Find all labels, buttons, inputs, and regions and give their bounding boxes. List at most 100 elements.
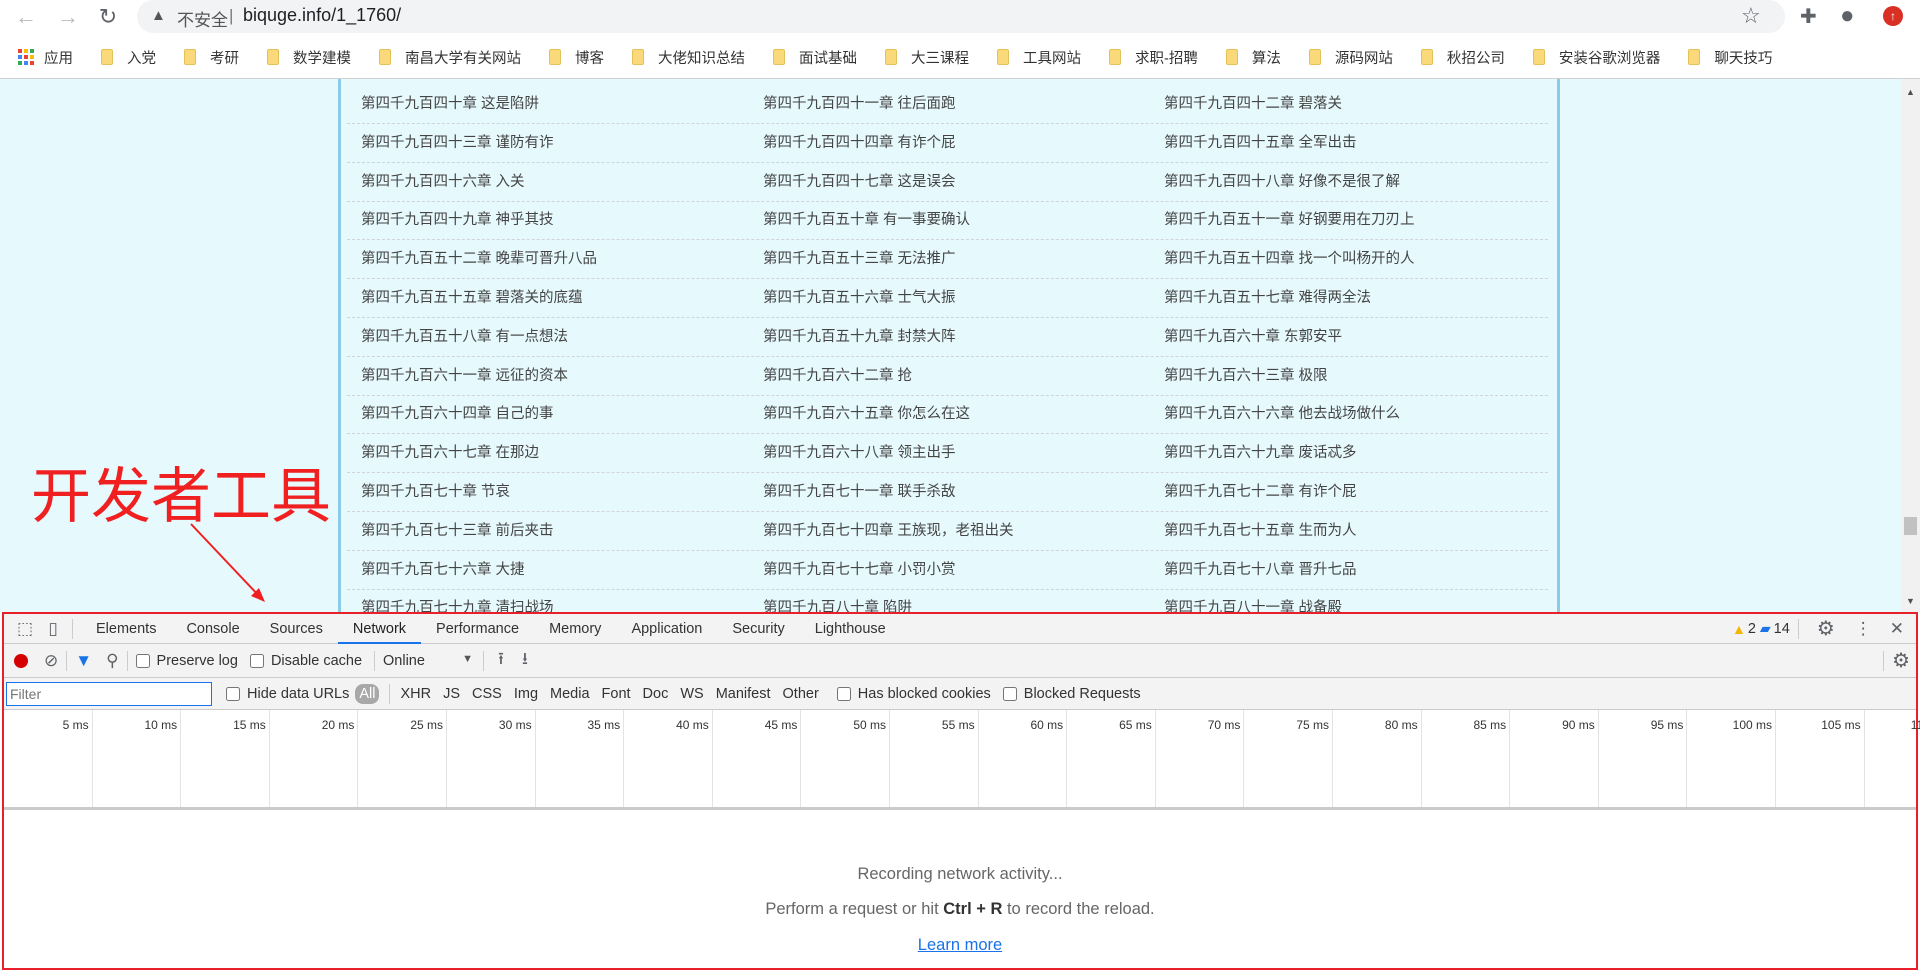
- tab-security[interactable]: Security: [717, 614, 799, 644]
- record-icon[interactable]: [14, 653, 28, 668]
- chapter-link[interactable]: 第四千九百六十七章 在那边: [361, 434, 539, 473]
- tab-memory[interactable]: Memory: [534, 614, 616, 644]
- chapter-link[interactable]: 第四千九百七十六章 大捷: [361, 551, 525, 590]
- filter-all-button[interactable]: All: [355, 683, 380, 704]
- filter-type-font[interactable]: Font: [602, 686, 631, 702]
- preserve-log-checkbox[interactable]: Preserve log: [135, 653, 238, 669]
- warnings-count[interactable]: 2: [1748, 621, 1756, 637]
- bookmark-item[interactable]: 秋招公司: [1415, 47, 1505, 68]
- bookmark-item[interactable]: 大三课程: [879, 47, 969, 68]
- filter-type-media[interactable]: Media: [550, 686, 590, 702]
- chapter-link[interactable]: 第四千九百五十四章 找一个叫杨开的人: [1164, 240, 1415, 279]
- bookmark-item[interactable]: 应用: [18, 47, 73, 68]
- chapter-link[interactable]: 第四千九百七十二章 有诈个屁: [1164, 473, 1357, 512]
- bookmark-item[interactable]: 算法: [1220, 47, 1281, 68]
- extensions-icon[interactable]: ✚: [1800, 4, 1817, 29]
- chapter-link[interactable]: 第四千九百四十三章 谨防有诈: [361, 124, 554, 163]
- chapter-link[interactable]: 第四千九百六十一章 远征的资本: [361, 357, 568, 396]
- blocked-requests-checkbox[interactable]: Blocked Requests: [1002, 686, 1141, 702]
- security-label[interactable]: 不安全: [177, 6, 228, 31]
- chapter-link[interactable]: 第四千九百六十章 东郭安平: [1164, 318, 1342, 357]
- chapter-link[interactable]: 第四千九百五十九章 封禁大阵: [763, 318, 956, 357]
- chapter-link[interactable]: 第四千九百六十四章 自己的事: [361, 395, 554, 434]
- filter-type-css[interactable]: CSS: [472, 686, 502, 702]
- clear-icon[interactable]: ⊘: [44, 651, 58, 671]
- checkbox[interactable]: [135, 653, 150, 668]
- filter-type-doc[interactable]: Doc: [643, 686, 669, 702]
- chapter-link[interactable]: 第四千九百四十九章 神乎其技: [361, 201, 554, 240]
- disable-cache-checkbox[interactable]: Disable cache: [249, 653, 362, 669]
- warning-icon[interactable]: ▲: [1732, 621, 1746, 637]
- filter-type-manifest[interactable]: Manifest: [716, 686, 771, 702]
- chapter-link[interactable]: 第四千九百四十章 这是陷阱: [361, 85, 539, 124]
- back-icon[interactable]: ←: [12, 4, 40, 30]
- chapter-link[interactable]: 第四千九百五十三章 无法推广: [763, 240, 956, 279]
- profile-icon[interactable]: ●: [1840, 2, 1855, 30]
- gear-icon[interactable]: ⚙: [1817, 616, 1835, 641]
- chapter-link[interactable]: 第四千九百七十四章 王族现，老祖出关: [763, 512, 1014, 551]
- bookmark-item[interactable]: 数学建模: [261, 47, 351, 68]
- url-text[interactable]: biquge.info/1_1760/: [243, 5, 401, 26]
- chapter-link[interactable]: 第四千九百五十五章 碧落关的底蕴: [361, 279, 583, 318]
- more-options-icon[interactable]: ⋮: [1855, 619, 1872, 639]
- chapter-link[interactable]: 第四千九百四十六章 入关: [361, 163, 525, 202]
- import-har-icon[interactable]: ⭱: [498, 646, 504, 675]
- star-icon[interactable]: ☆: [1741, 3, 1761, 29]
- close-icon[interactable]: ✕: [1890, 619, 1904, 639]
- chapter-link[interactable]: 第四千九百四十八章 好像不是很了解: [1164, 163, 1400, 202]
- chapter-link[interactable]: 第四千九百七十章 节哀: [361, 473, 510, 512]
- inspect-element-icon[interactable]: ⬚: [14, 619, 36, 639]
- device-toolbar-icon[interactable]: ▯: [42, 619, 64, 639]
- message-icon[interactable]: ▰: [1760, 620, 1771, 637]
- messages-count[interactable]: 14: [1774, 621, 1790, 637]
- bookmark-item[interactable]: 考研: [178, 47, 239, 68]
- learn-more-link[interactable]: Learn more: [918, 936, 1002, 954]
- chapter-link[interactable]: 第四千九百五十七章 难得两全法: [1164, 279, 1371, 318]
- export-har-icon[interactable]: ⭳: [522, 646, 528, 675]
- chapter-link[interactable]: 第四千九百四十四章 有诈个屁: [763, 124, 956, 163]
- filter-type-js[interactable]: JS: [443, 686, 460, 702]
- tab-network[interactable]: Network: [337, 614, 422, 644]
- scroll-up-icon[interactable]: ▲: [1906, 87, 1915, 97]
- filter-type-xhr[interactable]: XHR: [400, 686, 431, 702]
- bookmark-item[interactable]: 南昌大学有关网站: [373, 47, 521, 68]
- chapter-link[interactable]: 第四千九百七十八章 晋升七品: [1164, 551, 1357, 590]
- chapter-link[interactable]: 第四千九百七十五章 生而为人: [1164, 512, 1357, 551]
- chapter-link[interactable]: 第四千九百七十七章 小罚小赏: [763, 551, 956, 590]
- bookmark-item[interactable]: 聊天技巧: [1682, 47, 1772, 68]
- bookmark-item[interactable]: 面试基础: [767, 47, 857, 68]
- checkbox[interactable]: [226, 686, 240, 701]
- chapter-link[interactable]: 第四千九百六十八章 领主出手: [763, 434, 956, 473]
- chapter-link[interactable]: 第四千九百五十八章 有一点想法: [361, 318, 568, 357]
- tab-console[interactable]: Console: [171, 614, 254, 644]
- reload-icon[interactable]: ↻: [94, 4, 122, 30]
- bookmark-item[interactable]: 入党: [95, 47, 156, 68]
- scroll-down-icon[interactable]: ▼: [1906, 596, 1915, 606]
- chapter-link[interactable]: 第四千九百四十一章 往后面跑: [763, 85, 956, 124]
- bookmark-item[interactable]: 博客: [543, 47, 604, 68]
- chapter-link[interactable]: 第四千九百六十九章 废话忒多: [1164, 434, 1357, 473]
- page-scrollbar[interactable]: ▲ ▼: [1901, 79, 1920, 612]
- chapter-link[interactable]: 第四千九百七十一章 联手杀敌: [763, 473, 956, 512]
- search-icon[interactable]: ⚲: [106, 651, 118, 671]
- chapter-link[interactable]: 第四千九百七十九章 清扫战场: [361, 589, 554, 612]
- chapter-link[interactable]: 第四千九百五十六章 士气大振: [763, 279, 956, 318]
- checkbox[interactable]: [249, 653, 264, 668]
- filter-type-img[interactable]: Img: [514, 686, 538, 702]
- warning-icon[interactable]: ▲: [151, 7, 166, 24]
- bookmark-item[interactable]: 源码网站: [1303, 47, 1393, 68]
- filter-type-ws[interactable]: WS: [680, 686, 703, 702]
- address-bar[interactable]: ▲ 不安全 | biquge.info/1_1760/ ☆: [137, 0, 1785, 33]
- tab-performance[interactable]: Performance: [421, 614, 534, 644]
- update-icon[interactable]: ↑: [1883, 6, 1903, 26]
- checkbox[interactable]: [1002, 686, 1017, 701]
- filter-input[interactable]: [6, 681, 212, 706]
- chapter-link[interactable]: 第四千九百四十七章 这是误会: [763, 163, 956, 202]
- network-settings-gear-icon[interactable]: ⚙: [1892, 648, 1910, 673]
- chapter-link[interactable]: 第四千九百四十五章 全军出击: [1164, 124, 1357, 163]
- has-blocked-cookies-checkbox[interactable]: Has blocked cookies: [836, 686, 991, 702]
- chapter-link[interactable]: 第四千九百七十三章 前后夹击: [361, 512, 554, 551]
- tab-sources[interactable]: Sources: [255, 614, 338, 644]
- bookmark-item[interactable]: 求职-招聘: [1103, 47, 1198, 68]
- forward-icon[interactable]: →: [54, 4, 82, 30]
